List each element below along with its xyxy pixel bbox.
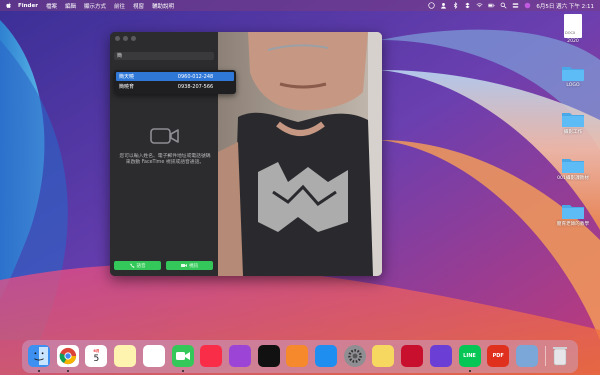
books-icon[interactable] (286, 345, 309, 367)
desktop-item-course-material[interactable]: 001攝影課教材 (550, 156, 596, 181)
phone-icon (129, 263, 134, 268)
desktop-item-label: 2020 (567, 39, 579, 44)
gear-shape (347, 349, 362, 363)
dropbox-icon[interactable] (464, 2, 471, 9)
folder-icon (561, 64, 585, 82)
finder-icon[interactable] (28, 345, 50, 367)
menu-view[interactable]: 顯示方式 (84, 2, 106, 10)
running-indicator (38, 370, 40, 372)
dock-icon-text: PDF (492, 353, 504, 359)
dock-separator (544, 346, 546, 366)
video-camera-icon (150, 128, 179, 144)
desktop-item-teaching[interactable]: 簡育老師的教學 (550, 202, 596, 227)
contact-suggestions: 簡天曉 0960-012-248 簡曉育 0938-207-566 (114, 70, 236, 94)
desktop-item-label: 攝影工作 (563, 130, 583, 135)
menu-finder[interactable]: Finder (18, 3, 38, 9)
menu-window[interactable]: 視窗 (133, 2, 144, 10)
dock-icon-text: LINE (463, 353, 476, 359)
suggestion-name: 簡曉育 (119, 84, 135, 90)
docx-file-icon: DOCX (564, 14, 582, 38)
menu-go[interactable]: 前往 (114, 2, 125, 10)
folder-icon (561, 156, 585, 174)
desktop-item-label: LOGO (566, 83, 580, 88)
preview-icon[interactable] (515, 345, 538, 367)
notes-icon[interactable] (114, 345, 137, 367)
trash-icon[interactable] (549, 345, 571, 367)
siri-icon[interactable] (524, 2, 531, 9)
desktop-item-label: 001攝影課教材 (557, 176, 589, 181)
suggestion-item[interactable]: 簡曉育 0938-207-566 (116, 82, 234, 91)
desktop-item-label: 簡育老師的教學 (556, 222, 590, 227)
music-icon[interactable] (200, 345, 223, 367)
video-icon (181, 264, 187, 267)
running-indicator (66, 370, 69, 372)
suggestion-phone: 0938-207-566 (177, 83, 214, 90)
folder-icon (561, 110, 585, 128)
control-center-icon[interactable] (512, 2, 519, 9)
chrome-logo (59, 347, 76, 365)
calendar-day: 5 (93, 353, 100, 364)
desktop-item-logo[interactable]: LOGO (550, 64, 596, 88)
calendar-icon[interactable]: 6月 5 (85, 345, 108, 367)
facetime-hint-text: 您可以輸入姓名、電子郵件地址或電話號碼來啟動 FaceTime 視訊或語音通話。 (119, 154, 211, 165)
menu-bar: Finder 檔案 編輯 顯示方式 前往 視窗 輔助說明 6月5日 週六 下午 … (0, 0, 600, 11)
audio-call-label: 語音 (136, 263, 146, 269)
suggestion-phone: 0960-012-248 (177, 73, 214, 80)
self-view-image (218, 32, 382, 276)
battery-icon[interactable] (488, 2, 495, 9)
apple-icon[interactable] (6, 2, 12, 9)
video-call-button[interactable]: 視訊 (166, 261, 213, 270)
facetime-window: 簡 您可以輸入姓名、電子郵件地址或電話號碼來啟動 FaceTime 視訊或語音通… (110, 32, 382, 276)
menu-edit[interactable]: 編輯 (65, 2, 76, 10)
photos-icon[interactable] (142, 345, 165, 367)
facetime-camera (175, 352, 190, 360)
folder-icon (561, 202, 585, 220)
menu-file[interactable]: 檔案 (46, 2, 57, 10)
suggestion-item[interactable]: 簡天曉 0960-012-248 (116, 72, 234, 81)
audio-call-button[interactable]: 語音 (114, 261, 161, 270)
video-call-label: 視訊 (189, 263, 198, 269)
facetime-sidebar: 簡 您可以輸入姓名、電子郵件地址或電話號碼來啟動 FaceTime 視訊或語音通… (110, 32, 218, 276)
menubar-clock[interactable]: 6月5日 週六 下午 2:11 (536, 2, 594, 10)
wifi-icon[interactable] (476, 2, 483, 9)
photobooth-icon[interactable] (401, 345, 424, 367)
suggestion-name: 簡天曉 (119, 74, 135, 80)
bluetooth-icon[interactable] (452, 2, 459, 9)
desktop-item-2020[interactable]: DOCX 2020 (550, 14, 596, 44)
menu-help[interactable]: 輔助說明 (152, 2, 174, 10)
user-icon[interactable] (440, 2, 447, 9)
stickies-icon[interactable] (372, 345, 395, 367)
creative-cloud-icon[interactable] (428, 2, 436, 9)
trash-can (552, 347, 567, 366)
running-indicator (181, 370, 184, 372)
facetime-icon[interactable] (171, 345, 194, 367)
close-button[interactable] (115, 36, 120, 41)
gear-icon[interactable] (343, 345, 366, 367)
appstore-icon[interactable] (315, 345, 337, 367)
search-input[interactable]: 簡 (114, 52, 214, 60)
running-indicator (468, 370, 471, 372)
zoom-button[interactable] (131, 36, 136, 41)
chrome-icon[interactable] (56, 345, 79, 367)
imovie-icon[interactable] (429, 345, 452, 367)
spotlight-icon[interactable] (500, 2, 507, 9)
minimize-button[interactable] (123, 36, 128, 41)
finder-face (34, 347, 48, 365)
pdf-icon[interactable]: PDF (487, 345, 510, 367)
podcasts-icon[interactable] (228, 345, 251, 367)
file-type-badge: DOCX (565, 31, 576, 35)
desktop-item-photo-work[interactable]: 攝影工作 (550, 110, 596, 135)
tv-icon[interactable] (257, 345, 280, 367)
line-icon[interactable]: LINE (458, 345, 481, 367)
dock: 6月 5 LINE PDF (22, 340, 578, 373)
camera-preview (218, 32, 382, 276)
window-controls (115, 36, 136, 41)
